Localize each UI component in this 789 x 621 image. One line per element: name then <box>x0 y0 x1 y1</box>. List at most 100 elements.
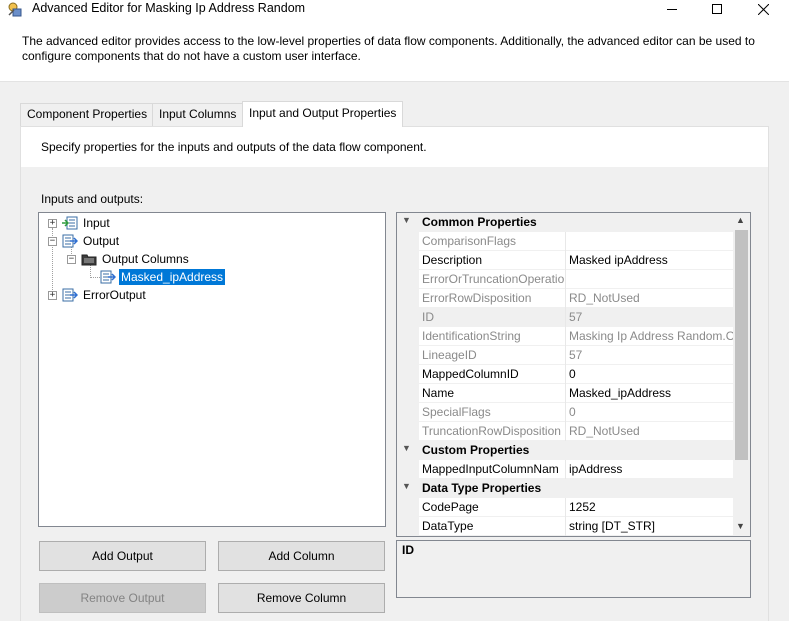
property-row-id[interactable]: ID 57 <box>397 308 733 327</box>
property-value[interactable]: 1252 <box>566 498 733 517</box>
property-name: DataType <box>419 517 566 536</box>
scroll-down-icon[interactable]: ▼ <box>736 521 745 531</box>
collapse-output-toggle[interactable]: − <box>48 237 57 246</box>
property-name: ID <box>419 308 566 327</box>
row-gutter <box>397 498 419 517</box>
scrollbar-thumb[interactable] <box>735 230 748 460</box>
property-value[interactable]: Masked ipAddress <box>566 251 733 270</box>
property-value <box>566 232 733 251</box>
property-value[interactable]: ipAddress <box>566 460 733 479</box>
tree-node-masked-ipaddress[interactable]: Masked_ipAddress <box>119 269 226 285</box>
row-gutter <box>397 308 419 327</box>
tree-node-output-columns[interactable]: Output Columns <box>102 252 189 266</box>
ssis-component-icon <box>7 1 23 17</box>
add-output-button[interactable]: Add Output <box>39 541 206 571</box>
property-name: IdentificationString <box>419 327 566 346</box>
row-gutter <box>397 346 419 365</box>
row-gutter <box>397 403 419 422</box>
scroll-up-icon[interactable]: ▲ <box>736 215 745 225</box>
property-row-datatype[interactable]: DataType string [DT_STR] <box>397 517 733 536</box>
row-gutter <box>397 270 419 289</box>
category-common-properties[interactable]: ▼ Common Properties <box>397 213 733 232</box>
close-icon <box>757 3 769 15</box>
tree-node-erroroutput[interactable]: ErrorOutput <box>83 288 146 302</box>
property-grid[interactable]: ▼ Common Properties ComparisonFlags Desc… <box>396 212 751 537</box>
row-gutter <box>397 251 419 270</box>
row-gutter <box>397 327 419 346</box>
row-gutter <box>397 517 419 536</box>
property-value[interactable]: string [DT_STR] <box>566 517 733 536</box>
maximize-icon <box>712 4 722 14</box>
property-row-errorortruncationoperation[interactable]: ErrorOrTruncationOperatio <box>397 270 733 289</box>
folder-icon <box>81 252 97 269</box>
property-name: LineageID <box>419 346 566 365</box>
property-value: 57 <box>569 348 583 362</box>
property-row-name[interactable]: Name Masked_ipAddress <box>397 384 733 403</box>
property-help-box <box>396 540 751 598</box>
add-column-button[interactable]: Add Column <box>218 541 385 571</box>
window-title: Advanced Editor for Masking Ip Address R… <box>32 1 306 15</box>
row-gutter <box>397 232 419 251</box>
property-name: SpecialFlags <box>419 403 566 422</box>
tab-input-and-output-properties[interactable]: Input and Output Properties <box>242 101 404 127</box>
input-icon <box>62 216 78 233</box>
tab-input-columns[interactable]: Input Columns <box>152 103 244 126</box>
tree-node-input[interactable]: Input <box>83 216 110 230</box>
property-help-title: ID <box>402 543 414 557</box>
property-row-truncationrowdisposition[interactable]: TruncationRowDisposition RD_NotUsed <box>397 422 733 441</box>
chevron-down-icon: ▼ <box>402 215 411 225</box>
property-value <box>566 270 733 289</box>
property-row-description[interactable]: Description Masked ipAddress <box>397 251 733 270</box>
output-icon <box>62 234 79 251</box>
property-value[interactable]: 0 <box>566 365 733 384</box>
property-value: 57 <box>566 308 733 327</box>
tree-node-output[interactable]: Output <box>83 234 119 248</box>
output-icon <box>62 288 79 305</box>
property-value[interactable]: Masked_ipAddress <box>566 384 733 403</box>
property-name: Description <box>419 251 566 270</box>
expand-input-toggle[interactable]: + <box>48 219 57 228</box>
property-value: Masking Ip Address Random.O <box>569 329 733 343</box>
editor-description: The advanced editor provides access to t… <box>22 34 755 63</box>
category-label: Common Properties <box>422 215 537 229</box>
minimize-button[interactable] <box>649 0 695 18</box>
property-row-identificationstring[interactable]: IdentificationString Masking Ip Address … <box>397 327 733 346</box>
tab-component-properties[interactable]: Component Properties <box>20 103 155 126</box>
chevron-down-icon: ▼ <box>402 443 411 453</box>
property-row-specialflags[interactable]: SpecialFlags 0 <box>397 403 733 422</box>
tree-line <box>90 277 100 278</box>
property-row-lineageid[interactable]: LineageID 57 <box>397 346 733 365</box>
category-custom-properties[interactable]: ▼ Custom Properties <box>397 441 733 460</box>
property-value: 0 <box>569 405 576 419</box>
property-name: CodePage <box>419 498 566 517</box>
property-name: TruncationRowDisposition <box>419 422 566 441</box>
property-row-codepage[interactable]: CodePage 1252 <box>397 498 733 517</box>
remove-output-button[interactable]: Remove Output <box>39 583 206 613</box>
remove-column-button[interactable]: Remove Column <box>218 583 385 613</box>
row-gutter <box>397 384 419 403</box>
property-row-comparisonflags[interactable]: ComparisonFlags <box>397 232 733 251</box>
column-icon <box>100 270 117 287</box>
close-button[interactable] <box>740 0 786 18</box>
collapse-output-columns-toggle[interactable]: − <box>67 255 76 264</box>
property-row-errorrowdisposition[interactable]: ErrorRowDisposition RD_NotUsed <box>397 289 733 308</box>
property-row-mappedinputcolumnname[interactable]: MappedInputColumnNam ipAddress <box>397 460 733 479</box>
panel-instruction: Specify properties for the inputs and ou… <box>41 140 427 154</box>
property-row-mappedcolumnid[interactable]: MappedColumnID 0 <box>397 365 733 384</box>
property-name: ComparisonFlags <box>419 232 566 251</box>
property-name: ErrorOrTruncationOperatio <box>419 270 566 289</box>
minimize-icon <box>667 8 677 10</box>
inputs-outputs-label: Inputs and outputs: <box>41 192 144 206</box>
maximize-button[interactable] <box>694 0 740 18</box>
chevron-down-icon: ▼ <box>402 481 411 491</box>
category-data-type-properties[interactable]: ▼ Data Type Properties <box>397 479 733 498</box>
property-name: Name <box>419 384 566 403</box>
row-gutter <box>397 289 419 308</box>
property-value: RD_NotUsed <box>569 424 640 438</box>
category-label: Data Type Properties <box>422 481 542 495</box>
property-name: ErrorRowDisposition <box>419 289 566 308</box>
row-gutter <box>397 460 419 479</box>
row-gutter <box>397 365 419 384</box>
category-label: Custom Properties <box>422 443 530 457</box>
expand-erroroutput-toggle[interactable]: + <box>48 291 57 300</box>
